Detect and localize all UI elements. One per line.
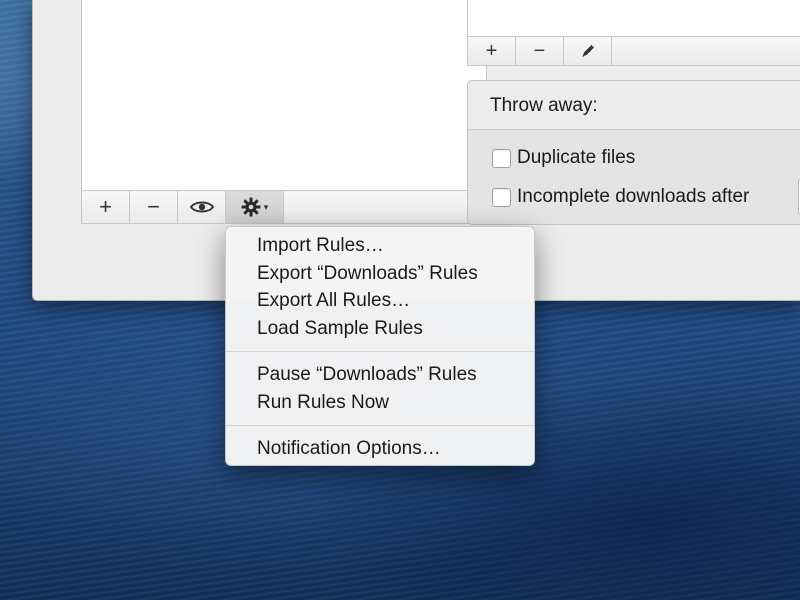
- preview-rule-button[interactable]: [178, 191, 226, 223]
- rules-list[interactable]: [81, 0, 487, 191]
- menu-item-pause-downloads-rules[interactable]: Pause “Downloads” Rules: [226, 361, 534, 389]
- plus-icon: +: [485, 39, 498, 62]
- menu-item-import-rules[interactable]: Import Rules…: [226, 232, 534, 260]
- minus-icon: −: [533, 39, 546, 62]
- menu-item-export-downloads-rules[interactable]: Export “Downloads” Rules: [226, 260, 534, 288]
- throw-away-panel: Throw away: Duplicate files Incomplete d…: [467, 80, 800, 225]
- folders-toolbar: + −: [467, 37, 800, 66]
- rules-pane: + − ▾: [81, 0, 487, 224]
- folders-list[interactable]: [467, 0, 800, 37]
- rules-action-menu-button[interactable]: ▾: [226, 191, 284, 223]
- duplicate-files-option[interactable]: Duplicate files: [492, 147, 635, 169]
- eye-icon: [189, 201, 214, 213]
- incomplete-downloads-checkbox[interactable]: [492, 187, 511, 207]
- menu-separator: [226, 425, 534, 426]
- edit-folder-button[interactable]: [564, 37, 612, 65]
- menu-separator: [226, 351, 534, 352]
- add-folder-button[interactable]: +: [468, 37, 516, 65]
- rules-action-menu: Import Rules… Export “Downloads” Rules E…: [225, 226, 535, 466]
- plus-icon: +: [99, 194, 112, 219]
- throw-away-title: Throw away:: [490, 95, 598, 116]
- minus-icon: −: [147, 194, 160, 219]
- throw-away-header: Throw away:: [468, 81, 800, 130]
- gear-icon: [241, 197, 261, 217]
- rules-toolbar: + − ▾: [81, 191, 487, 224]
- add-rule-button[interactable]: +: [82, 191, 130, 223]
- duplicate-files-label: Duplicate files: [517, 147, 636, 168]
- menu-item-load-sample-rules[interactable]: Load Sample Rules: [226, 315, 534, 343]
- menu-item-notification-options[interactable]: Notification Options…: [226, 435, 534, 463]
- remove-rule-button[interactable]: −: [130, 191, 178, 223]
- incomplete-downloads-option[interactable]: Incomplete downloads after: [492, 186, 749, 208]
- remove-folder-button[interactable]: −: [516, 37, 564, 65]
- duplicate-files-checkbox[interactable]: [492, 148, 511, 168]
- menu-item-run-rules-now[interactable]: Run Rules Now: [226, 389, 534, 417]
- chevron-down-icon: ▾: [263, 201, 269, 212]
- incomplete-downloads-label: Incomplete downloads after: [517, 186, 750, 207]
- pencil-icon: [582, 45, 594, 57]
- menu-item-export-all-rules[interactable]: Export All Rules…: [226, 287, 534, 315]
